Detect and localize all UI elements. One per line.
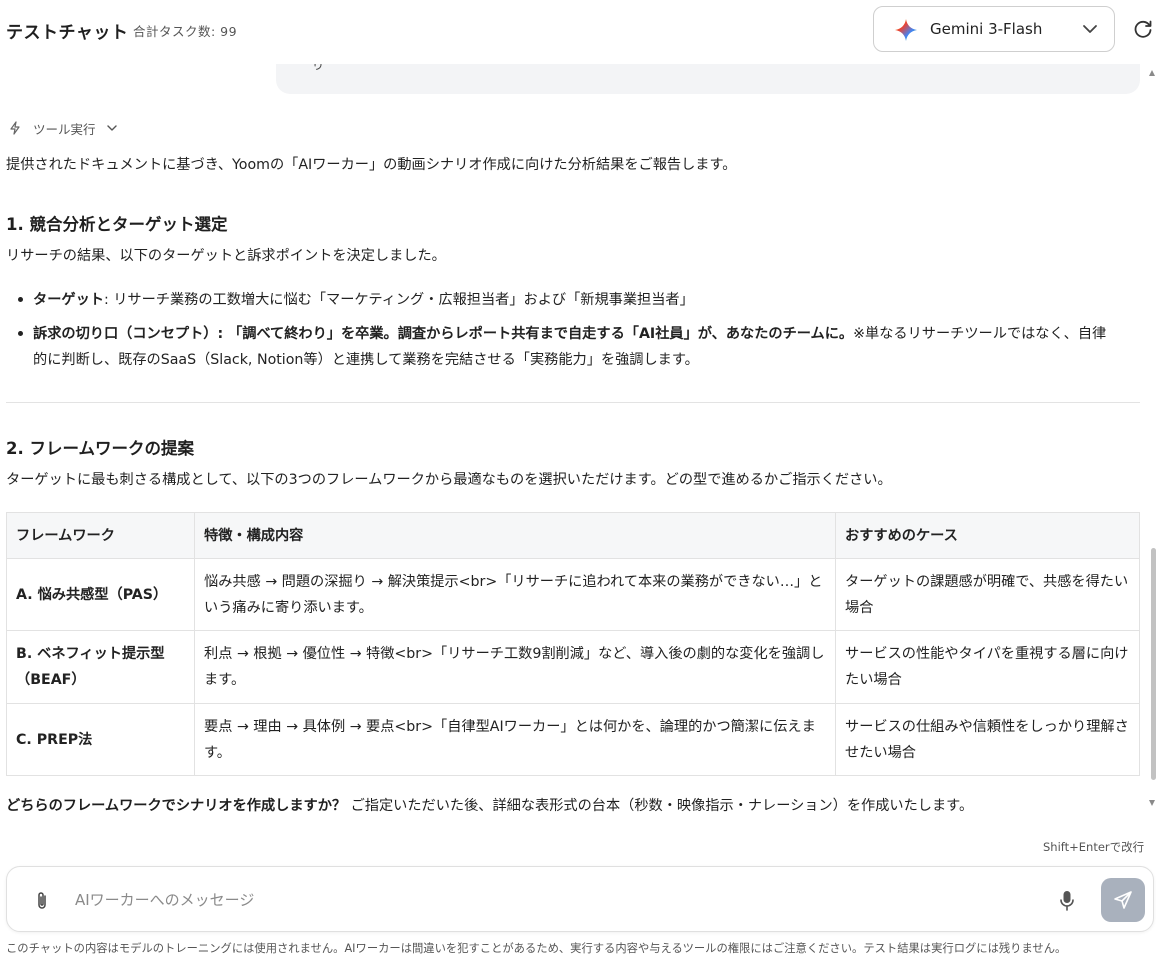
question-rest: ご指定いただいた後、詳細な表形式の台本（秒数・映像指示・ナレーション）を作成いた… [346, 798, 974, 814]
send-icon [1114, 891, 1132, 909]
concept-rest-2: 的に判断し、既存のSaaS（Slack, Notion等）と連携して業務を完結さ… [33, 352, 699, 368]
paperclip-icon[interactable] [33, 890, 51, 912]
framework-name-cell: C. PREP法 [6, 703, 195, 776]
target-label: ターゲット [33, 292, 104, 308]
target-text: : リサーチ業務の工数増大に悩む「マーケティング・広報担当者」および「新規事業担… [103, 292, 694, 308]
framework-desc-cell: 悩み共感 → 問題の深掘り → 解決策提示<br>「リサーチに追われて本来の業務… [194, 558, 836, 631]
table-row: C. PREP法 要点 → 理由 → 具体例 → 要点<br>「自律型AIワーカ… [6, 703, 1140, 776]
model-selector[interactable]: Gemini 3-Flash [873, 6, 1115, 52]
framework-case-cell: サービスの性能やタイパを重視する層に向けたい場合 [835, 630, 1140, 704]
table-header-row: フレームワーク 特徴・構成内容 おすすめのケース [6, 512, 1140, 559]
table-header-cell: おすすめのケース [835, 512, 1140, 559]
table-row: A. 悩み共感型（PAS） 悩み共感 → 問題の深掘り → 解決策提示<br>「… [6, 558, 1140, 631]
question-bold: どちらのフレームワークでシナリオを作成しますか？ [6, 798, 347, 814]
model-name: Gemini 3-Flash [930, 20, 1043, 38]
table-row: B. ベネフィット提示型（BEAF） 利点 → 根拠 → 優位性 → 特徴<br… [6, 630, 1140, 704]
framework-case-cell: ターゲットの課題感が明確で、共感を得たい場合 [835, 558, 1140, 631]
chat-header: テストチャット 合計タスク数: 99 Gemini 3-Flash [0, 0, 1156, 64]
intro-text: 提供されたドキュメントに基づき、Yoomの「AIワーカー」の動画シナリオ作成に向… [6, 157, 737, 173]
section1-heading: 1. 競合分析とターゲット選定 [6, 215, 228, 234]
framework-name-cell: A. 悩み共感型（PAS） [6, 558, 195, 631]
chat-title: テストチャット [6, 23, 129, 43]
message-composer [6, 866, 1154, 932]
bullet-dot [18, 331, 23, 336]
tool-run-label: ツール実行 [33, 121, 96, 137]
bolt-icon [10, 121, 20, 135]
framework-desc-cell: 要点 → 理由 → 具体例 → 要点<br>「自律型AIワーカー」とは何かを、論… [194, 703, 836, 776]
divider [6, 402, 1140, 403]
task-count: 合計タスク数: 99 [133, 24, 238, 39]
concept-label: 訴求の切り口（コンセプト） [33, 326, 218, 342]
newline-hint: Shift+Enterで改行 [1043, 840, 1145, 854]
section2-heading: 2. フレームワークの提案 [6, 439, 194, 458]
microphone-icon[interactable] [1059, 889, 1075, 913]
chevron-down-icon [1083, 25, 1097, 33]
section1-lead: リサーチの結果、以下のターゲットと訴求ポイントを決定しました。 [6, 248, 446, 264]
framework-table: フレームワーク 特徴・構成内容 おすすめのケース A. 悩み共感型（PAS） 悩… [6, 512, 1140, 776]
table-header-cell: 特徴・構成内容 [194, 512, 836, 559]
bullet-dot [18, 297, 23, 302]
scroll-down-arrow-icon[interactable] [1148, 798, 1156, 808]
section2-lead: ターゲットに最も刺さる構成として、以下の3つのフレームワークから最適なものを選択… [6, 472, 892, 488]
list-item-concept: 訴求の切り口（コンセプト）: 「調べて終わり」を卒業。調査からレポート共有まで自… [33, 321, 1143, 373]
tool-run-toggle[interactable]: ツール実行 [8, 118, 118, 138]
refresh-icon[interactable] [1132, 18, 1154, 40]
scroll-up-arrow-icon[interactable] [1148, 68, 1156, 78]
framework-case-cell: サービスの仕組みや信頼性をしっかり理解させたい場合 [835, 703, 1140, 776]
send-button[interactable] [1101, 878, 1145, 922]
concept-bold: : 「調べて終わり」を卒業。調査からレポート共有まで自走する「AI社員」が、あな… [217, 326, 854, 342]
concept-rest: ※単なるリサーチツールではなく、自律 [853, 326, 1107, 342]
gemini-star-icon [895, 19, 917, 41]
table-header-cell: フレームワーク [6, 512, 195, 559]
list-item-target: ターゲット: リサーチ業務の工数増大に悩む「マーケティング・広報担当者」および「… [33, 287, 1143, 313]
chevron-down-icon [106, 125, 117, 131]
follow-up-question: どちらのフレームワークでシナリオを作成しますか？ ご指定いただいた後、詳細な表形… [6, 795, 973, 815]
framework-desc-cell: 利点 → 根拠 → 優位性 → 特徴<br>「リサーチ工数9割削減」など、導入後… [194, 630, 836, 704]
scrollbar-thumb[interactable] [1151, 548, 1156, 780]
disclaimer-text: このチャットの内容はモデルのトレーニングには使用されません。AIワーカーは間違い… [6, 942, 1067, 955]
framework-name-cell: B. ベネフィット提示型（BEAF） [6, 630, 195, 704]
message-input[interactable] [75, 887, 975, 913]
